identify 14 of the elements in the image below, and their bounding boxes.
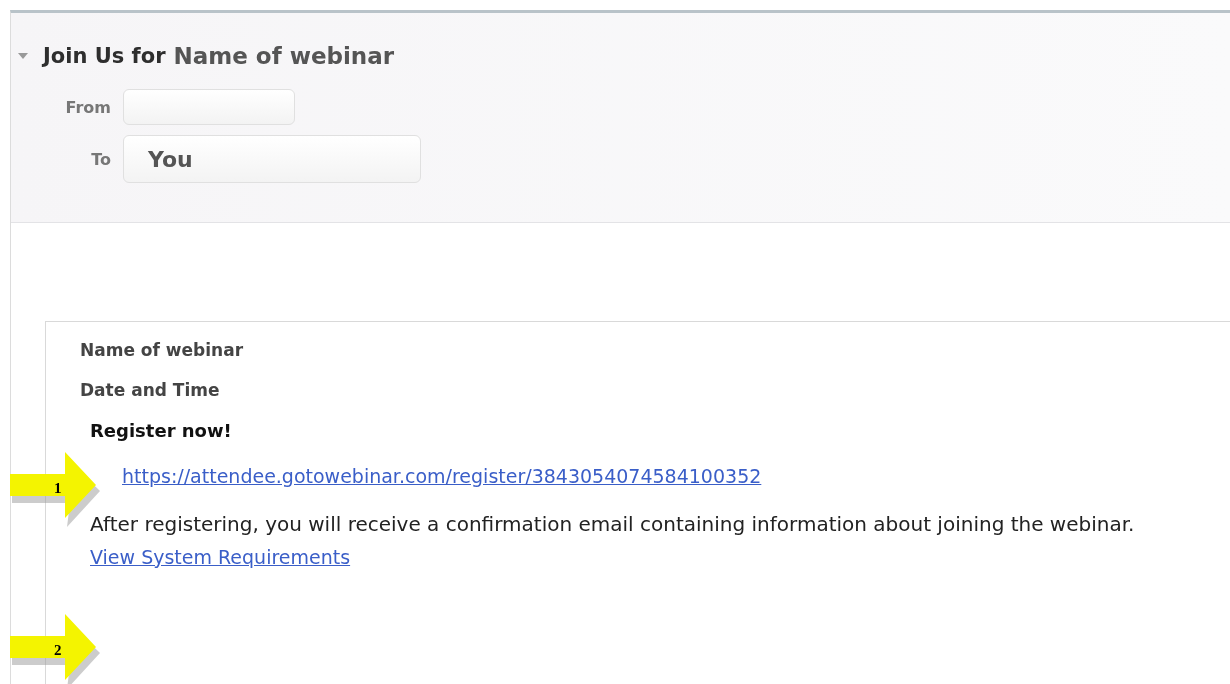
callout-number: 1	[54, 480, 62, 497]
callout-number: 2	[54, 642, 62, 659]
subject-prefix: Join Us for	[43, 44, 166, 68]
webinar-name: Name of webinar	[80, 340, 245, 360]
to-field[interactable]: You	[123, 135, 421, 183]
from-field[interactable]	[123, 89, 295, 125]
register-heading: Register now!	[90, 420, 233, 441]
from-label: From	[64, 97, 112, 117]
to-label: To	[90, 149, 112, 169]
subject-title: Name of webinar	[173, 43, 395, 69]
requirements-link[interactable]: View System Requirements	[90, 546, 351, 568]
registration-note: After registering, you will receive a confirmation email containing information about joining the webinar.	[90, 511, 1136, 538]
register-link[interactable]: https://attendee.gotowebinar.com/register/3843054074584100352	[122, 465, 762, 487]
date-time: Date and Time	[80, 380, 221, 400]
